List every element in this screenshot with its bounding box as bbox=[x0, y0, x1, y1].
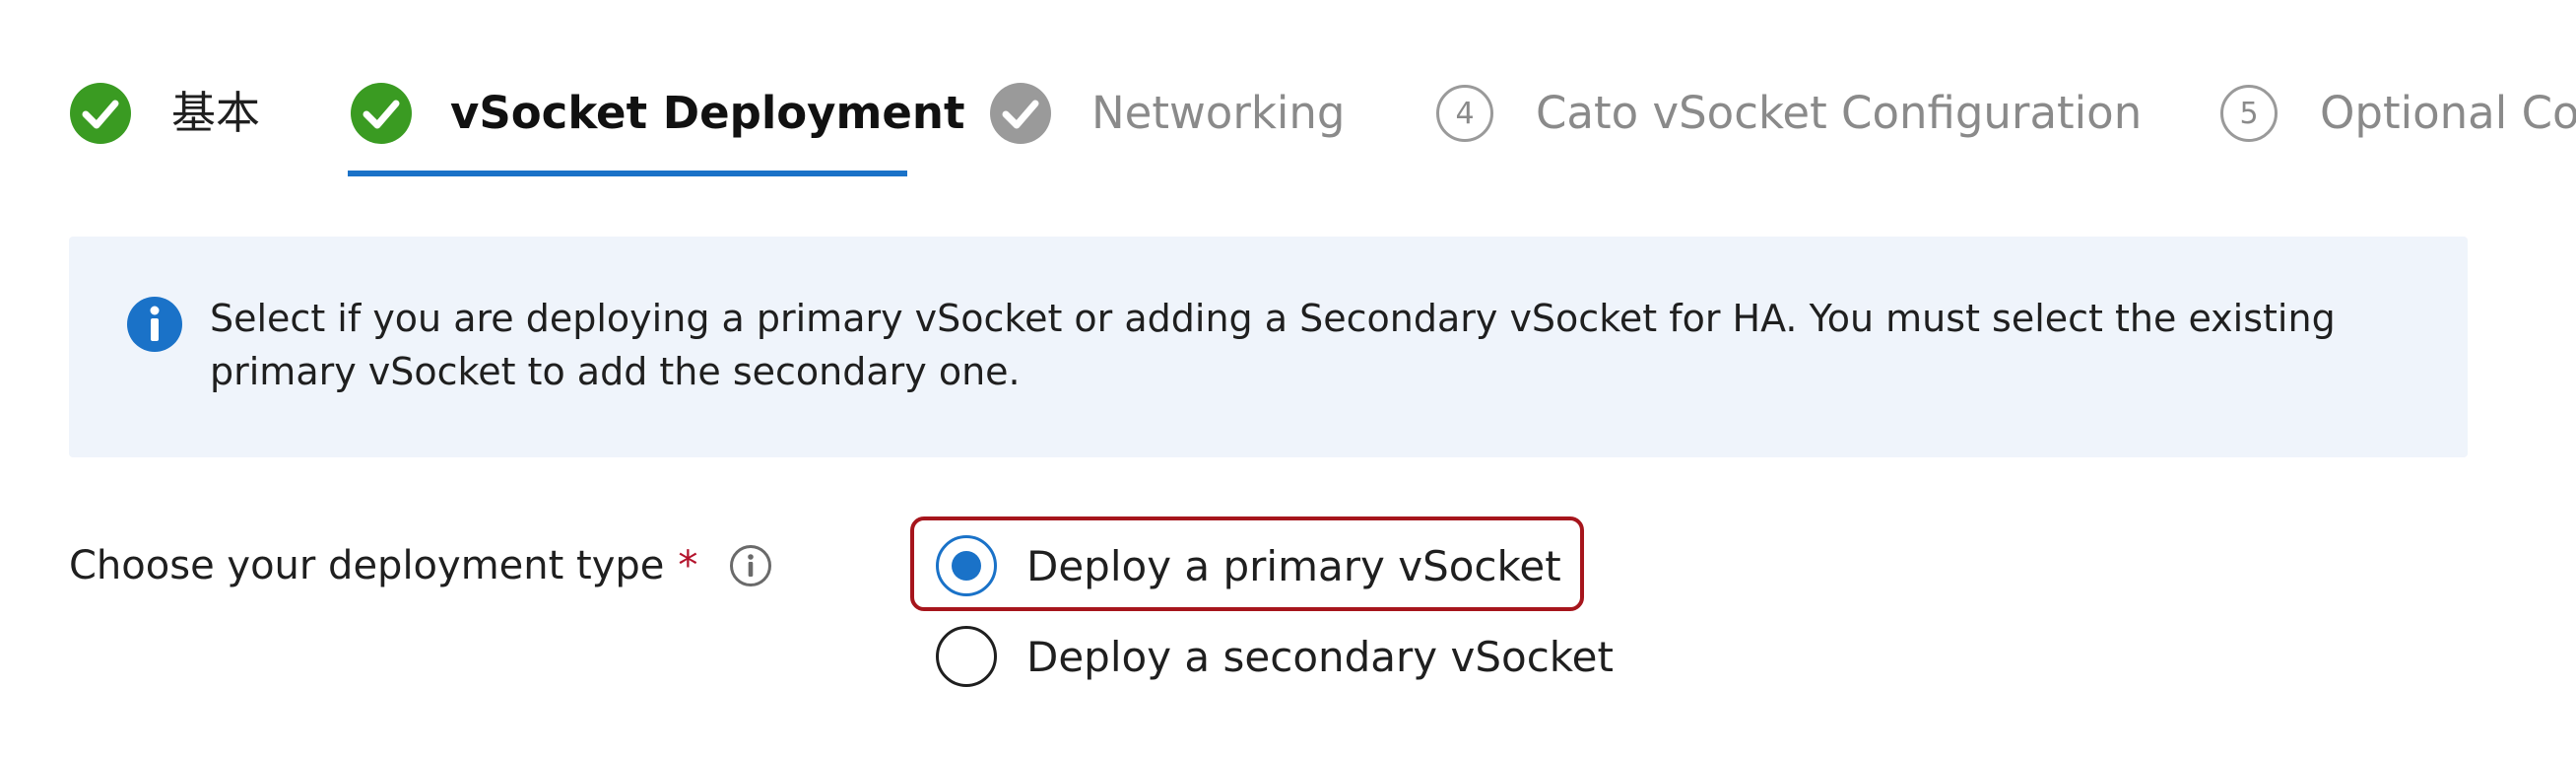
step-label: 基本 bbox=[171, 87, 261, 139]
step-number: 5 bbox=[2220, 85, 2278, 142]
check-circle-icon bbox=[989, 82, 1052, 145]
step-label: vSocket Deployment bbox=[450, 87, 965, 139]
deployment-wizard-page: 基本 vSocket Deployment Networking 4 Cato … bbox=[0, 0, 2576, 757]
step-label: Cato vSocket Configuration bbox=[1536, 87, 2143, 139]
check-circle-icon bbox=[350, 82, 413, 145]
radio-label: Deploy a primary vSocket bbox=[1026, 541, 1561, 590]
check-circle-icon bbox=[69, 82, 132, 145]
step-number-icon: 5 bbox=[2217, 82, 2280, 145]
deployment-type-label: Choose your deployment type bbox=[69, 543, 665, 588]
step-vsocket-deployment[interactable]: vSocket Deployment bbox=[350, 79, 964, 148]
step-label: Networking bbox=[1091, 87, 1346, 139]
info-outline-icon[interactable] bbox=[729, 544, 772, 587]
radio-option-secondary-vsocket[interactable]: Deploy a secondary vSocket bbox=[936, 622, 1614, 691]
step-label: Optional Co bbox=[2320, 87, 2576, 139]
info-banner-text: Select if you are deploying a primary vS… bbox=[210, 297, 2336, 393]
step-number: 4 bbox=[1436, 85, 1493, 142]
wizard-steps: 基本 vSocket Deployment Networking 4 Cato … bbox=[0, 0, 2576, 187]
step-networking[interactable]: Networking bbox=[989, 79, 1345, 148]
info-banner: Select if you are deploying a primary vS… bbox=[69, 237, 2468, 457]
info-icon bbox=[126, 296, 183, 353]
radio-button[interactable] bbox=[936, 626, 997, 687]
step-basics[interactable]: 基本 bbox=[69, 79, 260, 148]
radio-option-primary-vsocket[interactable]: Deploy a primary vSocket bbox=[936, 531, 1561, 600]
required-marker: * bbox=[678, 543, 698, 588]
step-cato-vsocket-configuration[interactable]: 4 Cato vSocket Configuration bbox=[1433, 79, 2142, 148]
step-number-icon: 4 bbox=[1433, 82, 1496, 145]
radio-button-selected[interactable] bbox=[936, 535, 997, 596]
radio-label: Deploy a secondary vSocket bbox=[1026, 632, 1614, 681]
deployment-type-label-row: Choose your deployment type * bbox=[69, 536, 772, 595]
step-optional-configuration[interactable]: 5 Optional Co bbox=[2217, 79, 2576, 148]
active-step-indicator bbox=[348, 171, 907, 176]
